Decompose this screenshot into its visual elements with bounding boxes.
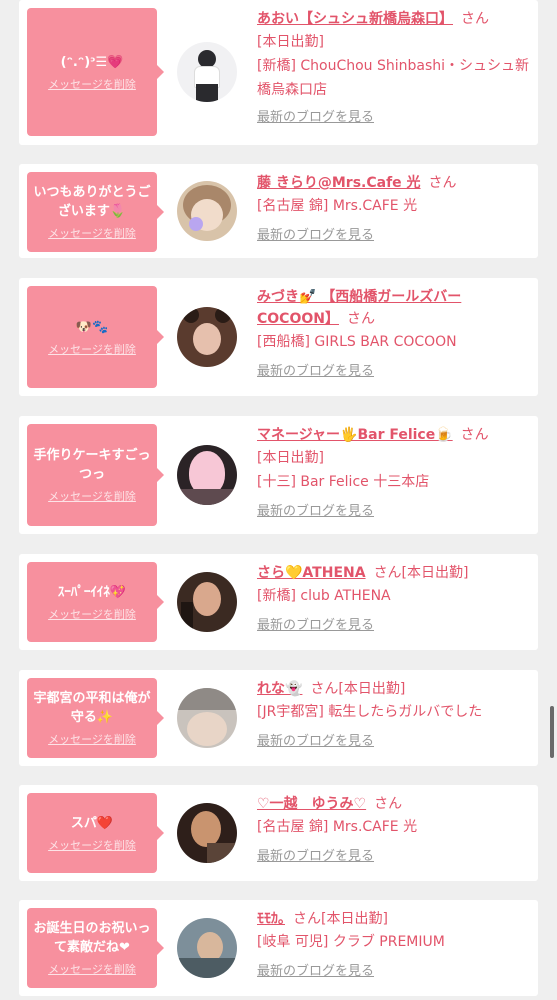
- shop-text: [名古屋 錦] Mrs.CAFE 光: [257, 198, 418, 214]
- message-card: 宇都宮の平和は俺が守る✨ メッセージを削除 れな👻 さん[本日出勤] [JR宇都宮…: [19, 670, 538, 766]
- latest-blog-link[interactable]: 最新のブログを見る: [257, 362, 532, 382]
- cast-name-link[interactable]: 藤 きらり@Mrs.Cafe 光: [257, 175, 421, 191]
- message-text: 手作りケーキすごっつっ: [33, 448, 151, 482]
- message-card: スパ❤️ メッセージを削除 ♡一越 ゆうみ♡ さん [名古屋 錦] Mrs.CAF…: [19, 785, 538, 881]
- honorific: さん: [461, 11, 489, 27]
- latest-blog-link[interactable]: 最新のブログを見る: [257, 962, 532, 982]
- message-text: お誕生日のお祝いって素敵だね❤: [33, 921, 151, 955]
- delete-message-link[interactable]: メッセージを削除: [48, 343, 136, 357]
- avatar[interactable]: [177, 42, 237, 102]
- status-text: [本日出勤]: [257, 450, 324, 466]
- message-bubble: 🐶🐾 メッセージを削除: [27, 286, 164, 388]
- status-text: [本日出勤]: [257, 34, 324, 50]
- avatar[interactable]: [177, 688, 237, 748]
- avatar[interactable]: [177, 803, 237, 863]
- cast-name-link[interactable]: あおい【シュシュ新橋烏森口】: [257, 11, 453, 27]
- message-bubble: ｽｰﾊﾟｰｲｲﾈ💖 メッセージを削除: [27, 562, 164, 642]
- message-bubble: 宇都宮の平和は俺が守る✨ メッセージを削除: [27, 678, 164, 758]
- message-card: 🐶🐾 メッセージを削除 みづき💅 【西船橋ガールズバーCOCOON】 さん [西船…: [19, 278, 538, 396]
- latest-blog-link[interactable]: 最新のブログを見る: [257, 226, 532, 246]
- message-text: 宇都宮の平和は俺が守る✨: [33, 691, 151, 725]
- honorific: さん: [346, 311, 375, 327]
- latest-blog-link[interactable]: 最新のブログを見る: [257, 732, 532, 752]
- cast-name-link[interactable]: れな👻: [257, 681, 302, 697]
- latest-blog-link[interactable]: 最新のブログを見る: [257, 502, 532, 522]
- honorific: さん[本日出勤]: [373, 565, 469, 581]
- shop-text: [十三] Bar Felice 十三本店: [257, 474, 430, 490]
- shop-text: [岐阜 可児] クラブ PREMIUM: [257, 934, 445, 950]
- delete-message-link[interactable]: メッセージを削除: [48, 78, 136, 92]
- message-text: (ᵔ.ᵔ)ᵓ☰💗: [60, 54, 124, 70]
- message-bubble: 手作りケーキすごっつっ メッセージを削除: [27, 424, 164, 526]
- message-bubble: いつもありがとうございます🌷 メッセージを削除: [27, 172, 164, 252]
- honorific: さん: [428, 175, 457, 191]
- shop-text: [名古屋 錦] Mrs.CAFE 光: [257, 819, 418, 835]
- honorific: さん: [460, 427, 489, 443]
- message-text: 🐶🐾: [75, 319, 109, 335]
- message-bubble: (ᵔ.ᵔ)ᵓ☰💗 メッセージを削除: [27, 8, 164, 136]
- message-card: (ᵔ.ᵔ)ᵓ☰💗 メッセージを削除 あおい【シュシュ新橋烏森口】 さん [本日出勤…: [19, 0, 538, 145]
- latest-blog-link[interactable]: 最新のブログを見る: [257, 847, 532, 867]
- latest-blog-link[interactable]: 最新のブログを見る: [257, 108, 532, 128]
- delete-message-link[interactable]: メッセージを削除: [48, 608, 136, 622]
- honorific: さん[本日出勤]: [293, 911, 388, 927]
- message-bubble: お誕生日のお祝いって素敵だね❤ メッセージを削除: [27, 908, 164, 988]
- delete-message-link[interactable]: メッセージを削除: [48, 733, 136, 747]
- avatar[interactable]: [177, 918, 237, 978]
- honorific: さん: [374, 796, 403, 812]
- message-card: 手作りケーキすごっつっ メッセージを削除 マネージャー🖐Bar Felice🍺 さ…: [19, 416, 538, 534]
- delete-message-link[interactable]: メッセージを削除: [48, 839, 136, 853]
- latest-blog-link[interactable]: 最新のブログを見る: [257, 616, 532, 636]
- message-list: (ᵔ.ᵔ)ᵓ☰💗 メッセージを削除 あおい【シュシュ新橋烏森口】 さん [本日出勤…: [0, 0, 557, 1000]
- avatar[interactable]: [177, 181, 237, 241]
- avatar[interactable]: [177, 572, 237, 632]
- avatar[interactable]: [177, 445, 237, 505]
- shop-text: [西船橋] GIRLS BAR COCOON: [257, 334, 457, 350]
- message-bubble: スパ❤️ メッセージを削除: [27, 793, 164, 873]
- message-text: ｽｰﾊﾟｰｲｲﾈ💖: [57, 584, 127, 600]
- shop-text: [JR宇都宮] 転生したらガルバでした: [257, 704, 483, 720]
- cast-name-link[interactable]: ♡一越 ゆうみ♡: [257, 796, 366, 812]
- honorific: さん[本日出勤]: [310, 681, 406, 697]
- message-card: ｽｰﾊﾟｰｲｲﾈ💖 メッセージを削除 さら💛ATHENA さん[本日出勤] [新橋…: [19, 554, 538, 650]
- cast-name-link[interactable]: さら💛ATHENA: [257, 565, 366, 581]
- avatar[interactable]: [177, 307, 237, 367]
- scrollbar[interactable]: [550, 706, 554, 758]
- message-card: お誕生日のお祝いって素敵だね❤ メッセージを削除 ﾓﾓｶ｡ さん[本日出勤] [岐…: [19, 900, 538, 996]
- delete-message-link[interactable]: メッセージを削除: [48, 227, 136, 241]
- cast-name-link[interactable]: マネージャー🖐Bar Felice🍺: [257, 427, 453, 443]
- message-text: スパ❤️: [70, 815, 114, 831]
- delete-message-link[interactable]: メッセージを削除: [48, 490, 136, 504]
- message-text: いつもありがとうございます🌷: [33, 185, 151, 219]
- shop-text: [新橋] ChouChou Shinbashi・シュシュ新橋烏森口店: [257, 58, 530, 98]
- message-card: いつもありがとうございます🌷 メッセージを削除 藤 きらり@Mrs.Cafe 光…: [19, 164, 538, 258]
- delete-message-link[interactable]: メッセージを削除: [48, 963, 136, 977]
- shop-text: [新橋] club ATHENA: [257, 588, 391, 604]
- cast-name-link[interactable]: ﾓﾓｶ｡: [257, 911, 285, 927]
